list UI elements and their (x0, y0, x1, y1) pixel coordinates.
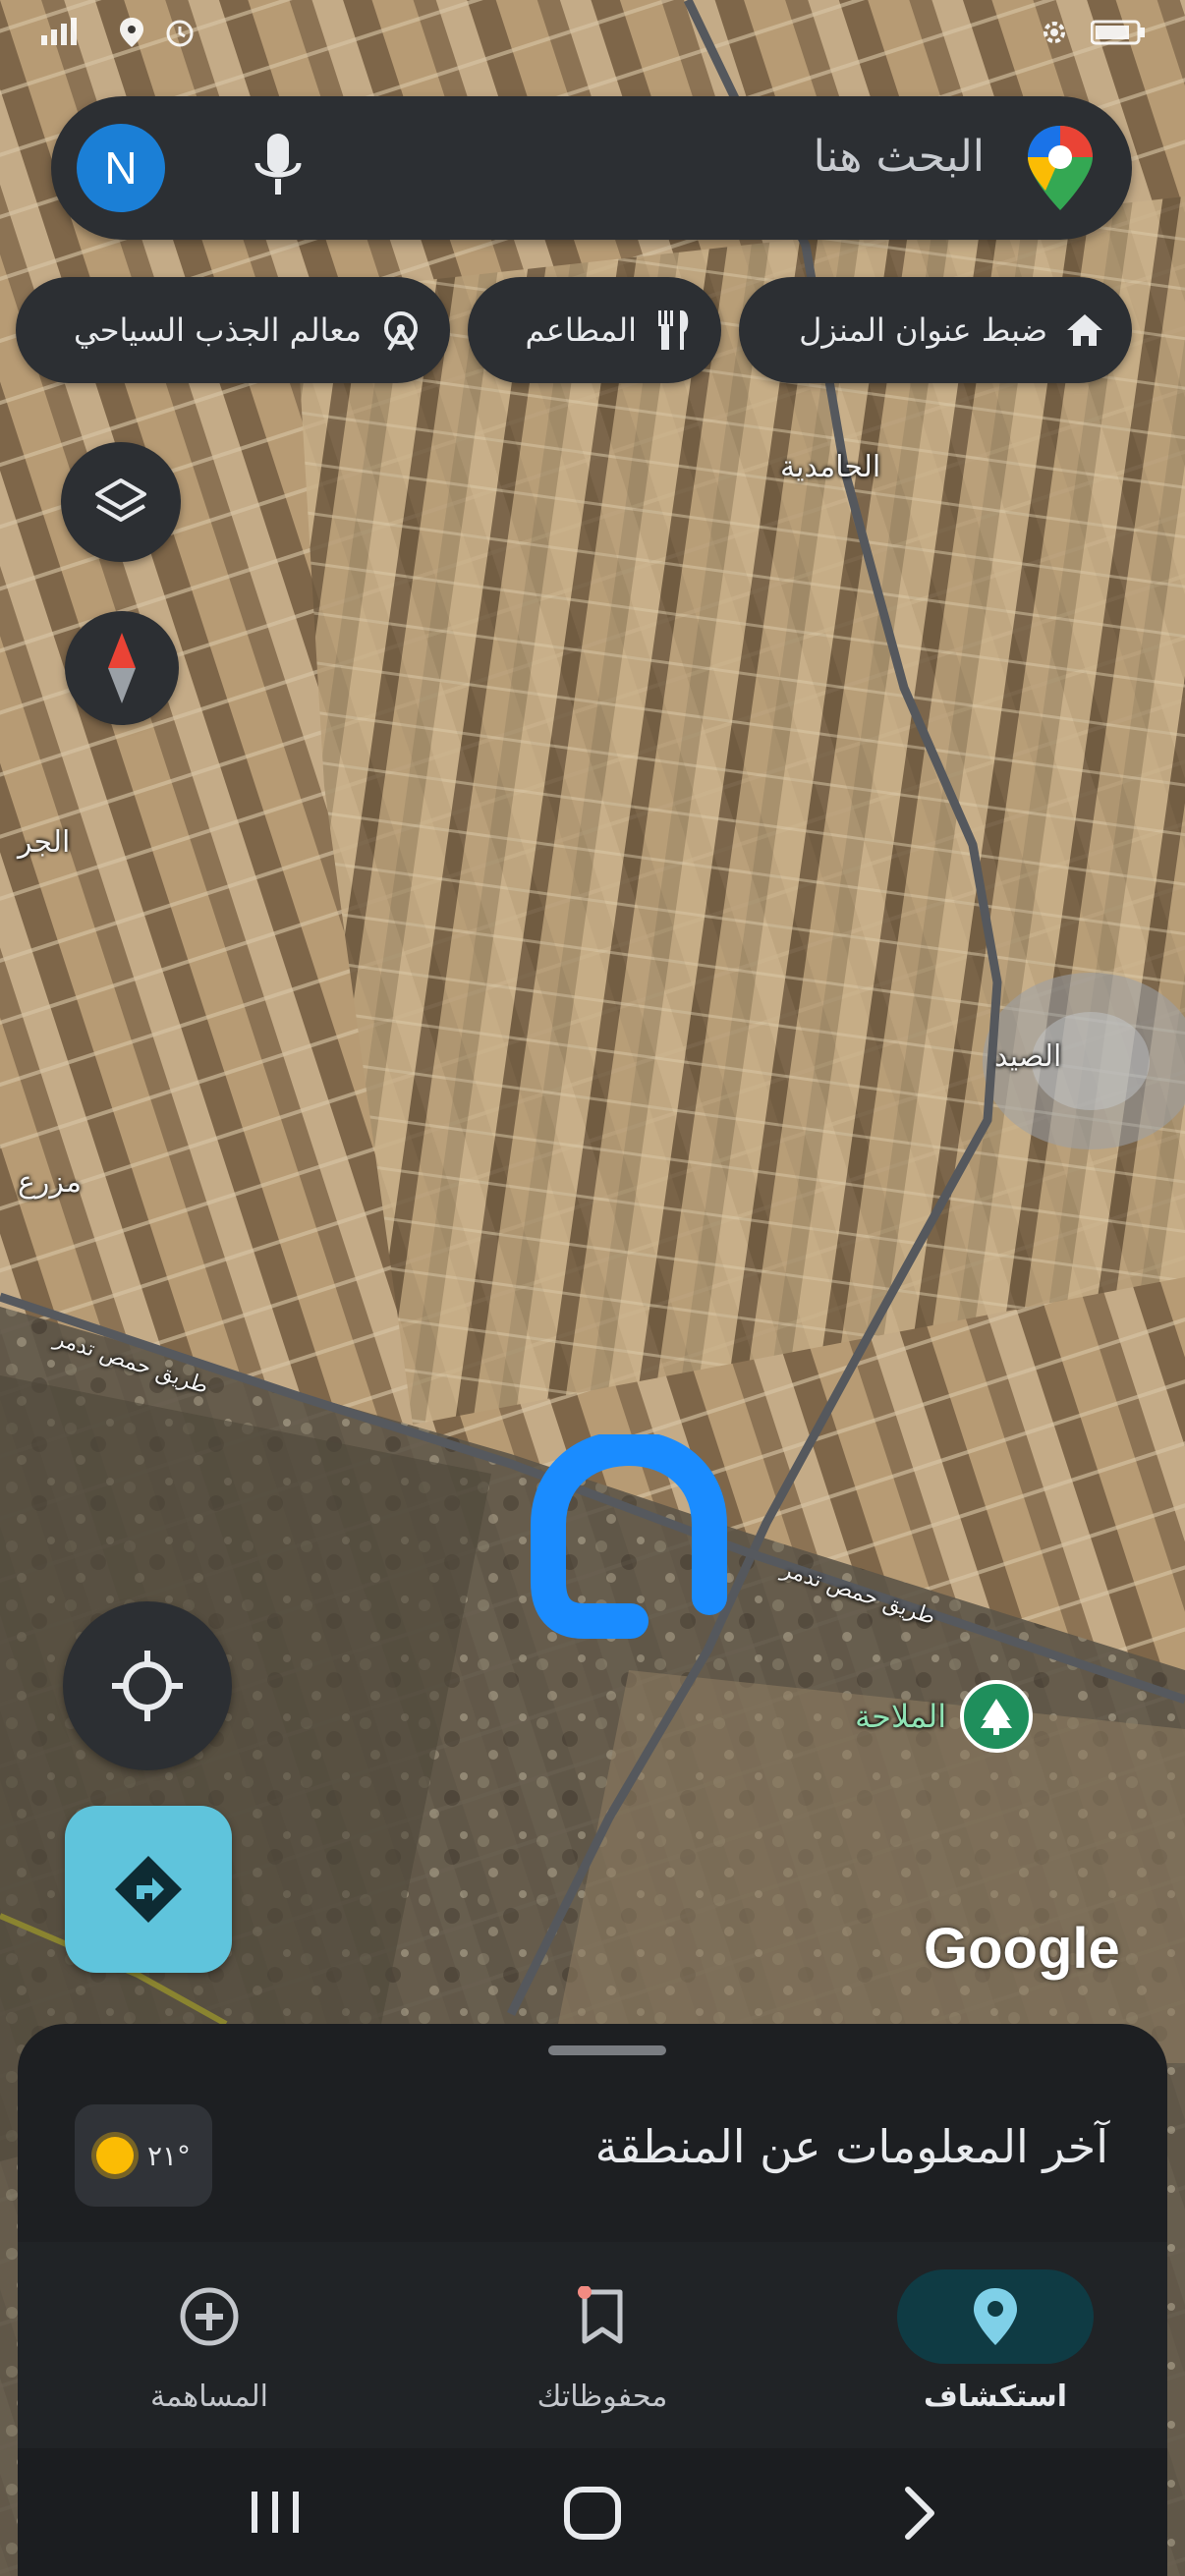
my-location-button[interactable] (63, 1601, 232, 1770)
directions-icon (115, 1856, 182, 1923)
avatar[interactable]: N (77, 124, 165, 212)
home-nav-icon[interactable] (563, 2486, 622, 2541)
map-label-left-edge-top[interactable]: الجر (18, 825, 70, 860)
google-maps-logo-icon (1028, 126, 1093, 210)
explore-pin-icon (956, 2281, 1035, 2352)
compass-icon (108, 633, 136, 703)
layers-button[interactable] (61, 442, 181, 562)
back-icon[interactable] (900, 2484, 939, 2543)
tab-label: محفوظاتك (536, 2380, 668, 2414)
location-icon (120, 18, 143, 47)
settings-icon (1044, 22, 1065, 43)
weather-temp: ٢١° (146, 2139, 192, 2172)
chip-label: معالم الجذب السياحي (74, 311, 362, 349)
recent-apps-icon[interactable] (246, 2488, 305, 2537)
tab-explore[interactable]: استكشاف (848, 2262, 1143, 2438)
sheet-title: آخر المعلومات عن المنطقة (594, 2120, 1108, 2173)
chip-restaurants[interactable]: المطاعم (468, 277, 721, 383)
tab-label: استكشاف (923, 2380, 1068, 2414)
chip-attractions[interactable]: معالم الجذب السياحي (16, 277, 450, 383)
google-watermark: Google (924, 1917, 1120, 1981)
add-circle-icon (170, 2281, 249, 2352)
map-label-left-edge-mid[interactable]: مزرع (18, 1165, 82, 1200)
microphone-icon[interactable] (244, 128, 312, 206)
layers-icon (95, 478, 146, 522)
chip-set-home[interactable]: ضبط عنوان المنزل (739, 277, 1132, 383)
location-marker-icon[interactable] (521, 1434, 737, 1641)
sheet-drag-handle[interactable] (548, 2045, 666, 2055)
park-tree-icon (960, 1680, 1034, 1753)
chip-label: المطاعم (525, 311, 637, 349)
crosshair-icon (112, 1651, 183, 1721)
map-label-hamidiya[interactable]: الحامدية (780, 450, 880, 484)
system-nav-bar (18, 2448, 1167, 2576)
search-bar[interactable]: N البحث هنا (51, 96, 1132, 240)
sun-icon (95, 2137, 134, 2174)
status-bar (0, 0, 1185, 79)
poi-mallaha[interactable]: الملاحة (855, 1680, 1034, 1753)
chip-label: ضبط عنوان المنزل (799, 311, 1047, 349)
compass-button[interactable] (65, 611, 179, 725)
bottom-tab-bar: استكشاف محفوظاتك المساهمة (18, 2242, 1167, 2448)
battery-icon (1091, 20, 1145, 45)
directions-button[interactable] (65, 1806, 232, 1973)
weather-badge[interactable]: ٢١° (75, 2104, 212, 2207)
signal-icon (41, 18, 77, 45)
map-label-sayd[interactable]: الصيد (994, 1039, 1061, 1074)
alarm-icon (166, 20, 194, 47)
bookmark-icon (563, 2281, 642, 2352)
poi-label: الملاحة (855, 1698, 947, 1735)
tab-label: المساهمة (150, 2380, 268, 2414)
bottom-sheet[interactable]: ٢١° آخر المعلومات عن المنطقة (18, 2024, 1167, 2242)
tab-contribute[interactable]: المساهمة (62, 2262, 357, 2438)
home-icon (1067, 314, 1102, 346)
restaurant-icon (658, 310, 689, 350)
search-input[interactable]: البحث هنا (814, 132, 985, 182)
tab-saved[interactable]: محفوظاتك (455, 2262, 750, 2438)
attractions-icon (384, 311, 418, 352)
